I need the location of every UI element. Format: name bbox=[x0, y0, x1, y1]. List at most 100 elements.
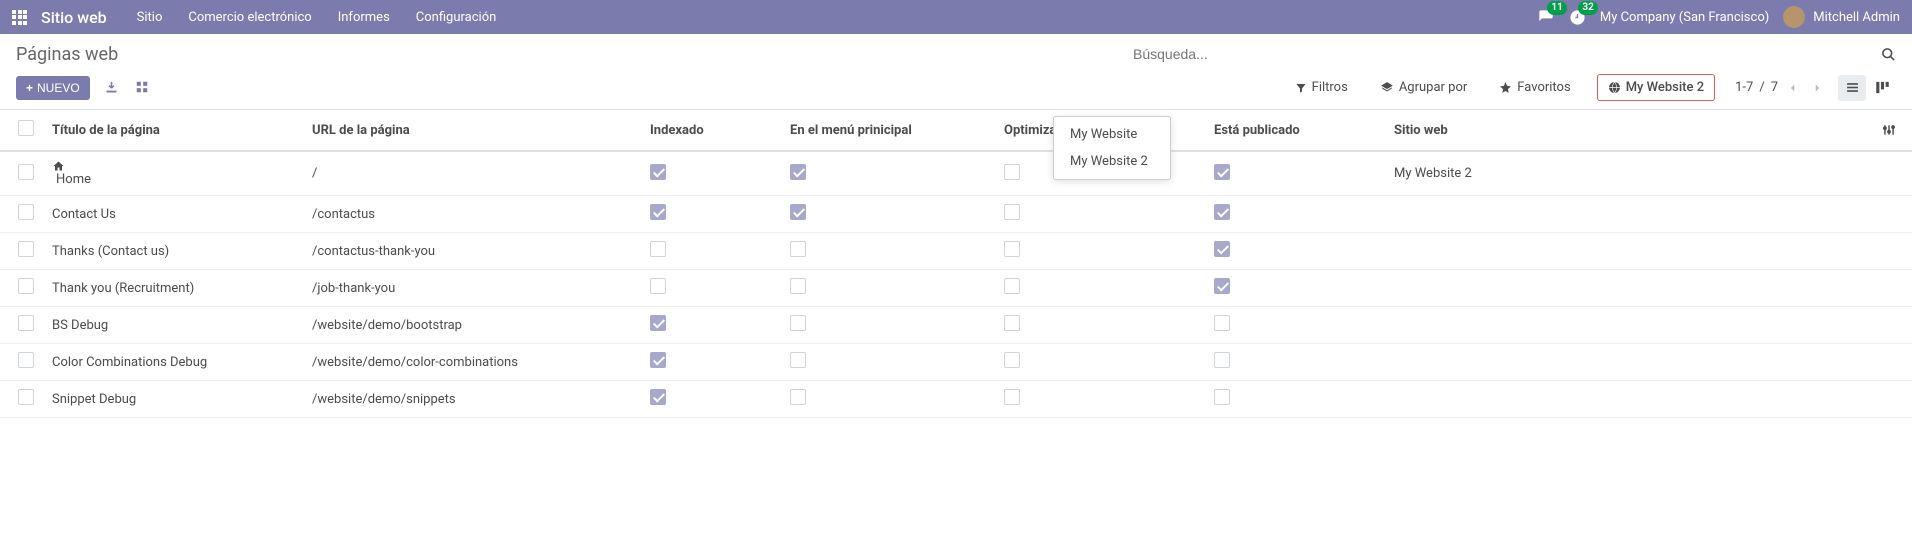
seo-checkbox[interactable] bbox=[1004, 164, 1020, 180]
cell-title: Contact Us bbox=[44, 196, 304, 233]
seo-checkbox[interactable] bbox=[1004, 315, 1020, 331]
row-checkbox[interactable] bbox=[18, 352, 34, 368]
chevron-right-icon bbox=[1812, 82, 1822, 94]
dropdown-item-my-website[interactable]: My Website bbox=[1054, 121, 1170, 148]
inmenu-checkbox[interactable] bbox=[790, 164, 806, 180]
pager-next[interactable] bbox=[1808, 80, 1826, 96]
search-icon[interactable] bbox=[1881, 47, 1896, 62]
indexed-checkbox[interactable] bbox=[650, 352, 666, 368]
apps-icon[interactable] bbox=[12, 10, 27, 25]
table-row[interactable]: Snippet Debug /website/demo/snippets bbox=[0, 381, 1912, 418]
list-view-button[interactable] bbox=[1838, 75, 1866, 101]
seo-checkbox[interactable] bbox=[1004, 352, 1020, 368]
row-checkbox[interactable] bbox=[18, 164, 34, 180]
website-filter-label: My Website 2 bbox=[1626, 80, 1704, 95]
published-checkbox[interactable] bbox=[1214, 164, 1230, 180]
published-checkbox[interactable] bbox=[1214, 204, 1230, 220]
nav-configuration[interactable]: Configuración bbox=[404, 3, 509, 32]
dropdown-item-my-website-2[interactable]: My Website 2 bbox=[1054, 148, 1170, 175]
indexed-checkbox[interactable] bbox=[650, 164, 666, 180]
new-button-label: NUEVO bbox=[37, 81, 80, 95]
cell-url: /job-thank-you bbox=[304, 270, 642, 307]
th-title[interactable]: Título de la página bbox=[44, 110, 304, 151]
brand-title[interactable]: Sitio web bbox=[41, 8, 107, 27]
chevron-left-icon bbox=[1788, 82, 1798, 94]
row-checkbox[interactable] bbox=[18, 278, 34, 294]
groupby-button[interactable]: Agrupar por bbox=[1374, 76, 1473, 99]
indexed-checkbox[interactable] bbox=[650, 315, 666, 331]
star-icon bbox=[1499, 81, 1512, 94]
indexed-checkbox[interactable] bbox=[650, 278, 666, 294]
website-filter-button[interactable]: My Website 2 bbox=[1597, 74, 1715, 101]
published-checkbox[interactable] bbox=[1214, 278, 1230, 294]
cell-url: /website/demo/snippets bbox=[304, 381, 642, 418]
table-row[interactable]: Home / My Website 2 bbox=[0, 151, 1912, 196]
grid-icon[interactable] bbox=[135, 80, 149, 95]
search-input[interactable] bbox=[1133, 42, 1873, 66]
th-inmenu[interactable]: En el menú prinicipal bbox=[782, 110, 996, 151]
indexed-checkbox[interactable] bbox=[650, 389, 666, 405]
nav-ecommerce[interactable]: Comercio electrónico bbox=[176, 3, 323, 32]
columns-options-icon[interactable] bbox=[1882, 123, 1896, 137]
published-checkbox[interactable] bbox=[1214, 389, 1230, 405]
table-row[interactable]: Contact Us /contactus bbox=[0, 196, 1912, 233]
seo-checkbox[interactable] bbox=[1004, 278, 1020, 294]
table-row[interactable]: Thanks (Contact us) /contactus-thank-you bbox=[0, 233, 1912, 270]
seo-checkbox[interactable] bbox=[1004, 241, 1020, 257]
funnel-icon bbox=[1295, 82, 1307, 94]
inmenu-checkbox[interactable] bbox=[790, 315, 806, 331]
cell-site bbox=[1386, 307, 1874, 344]
seo-checkbox[interactable] bbox=[1004, 389, 1020, 405]
inmenu-checkbox[interactable] bbox=[790, 389, 806, 405]
kanban-view-button[interactable] bbox=[1868, 75, 1896, 101]
th-published[interactable]: Está publicado bbox=[1206, 110, 1386, 151]
view-switcher bbox=[1838, 75, 1896, 101]
table-row[interactable]: Color Combinations Debug /website/demo/c… bbox=[0, 344, 1912, 381]
cell-title: Thanks (Contact us) bbox=[44, 233, 304, 270]
inmenu-checkbox[interactable] bbox=[790, 204, 806, 220]
row-checkbox[interactable] bbox=[18, 204, 34, 220]
globe-icon bbox=[1608, 81, 1621, 94]
inmenu-checkbox[interactable] bbox=[790, 352, 806, 368]
pager-total: 7 bbox=[1771, 80, 1778, 95]
published-checkbox[interactable] bbox=[1214, 352, 1230, 368]
indexed-checkbox[interactable] bbox=[650, 241, 666, 257]
row-checkbox[interactable] bbox=[18, 241, 34, 257]
th-site[interactable]: Sitio web bbox=[1386, 110, 1874, 151]
row-checkbox[interactable] bbox=[18, 315, 34, 331]
header-right: 11 32 My Company (San Francisco) Mitchel… bbox=[1537, 6, 1900, 28]
indexed-checkbox[interactable] bbox=[650, 204, 666, 220]
messaging-button[interactable]: 11 bbox=[1537, 9, 1555, 25]
website-dropdown: My Website My Website 2 bbox=[1053, 116, 1171, 180]
nav-site[interactable]: Sitio bbox=[125, 3, 175, 32]
table-row[interactable]: BS Debug /website/demo/bootstrap bbox=[0, 307, 1912, 344]
table-row[interactable]: Thank you (Recruitment) /job-thank-you bbox=[0, 270, 1912, 307]
published-checkbox[interactable] bbox=[1214, 241, 1230, 257]
plus-icon: + bbox=[26, 81, 33, 95]
th-indexed[interactable]: Indexado bbox=[642, 110, 782, 151]
inmenu-checkbox[interactable] bbox=[790, 241, 806, 257]
new-button[interactable]: + NUEVO bbox=[16, 76, 90, 100]
main-navbar: Sitio web Sitio Comercio electrónico Inf… bbox=[0, 0, 1912, 34]
cell-site bbox=[1386, 270, 1874, 307]
pager-prev[interactable] bbox=[1784, 80, 1802, 96]
activities-button[interactable]: 32 bbox=[1569, 9, 1586, 26]
import-icon[interactable] bbox=[104, 80, 119, 95]
favorites-button[interactable]: Favoritos bbox=[1493, 76, 1576, 99]
inmenu-checkbox[interactable] bbox=[790, 278, 806, 294]
user-menu[interactable]: Mitchell Admin bbox=[1783, 6, 1900, 28]
pager-range[interactable]: 1-7 bbox=[1735, 80, 1753, 95]
pager: 1-7 / 7 bbox=[1735, 80, 1826, 96]
company-name[interactable]: My Company (San Francisco) bbox=[1600, 10, 1769, 25]
cell-url: / bbox=[304, 151, 642, 196]
home-icon bbox=[52, 160, 296, 172]
main-menu: Sitio Comercio electrónico Informes Conf… bbox=[125, 3, 509, 32]
filters-button[interactable]: Filtros bbox=[1289, 76, 1354, 99]
seo-checkbox[interactable] bbox=[1004, 204, 1020, 220]
nav-reports[interactable]: Informes bbox=[326, 3, 402, 32]
published-checkbox[interactable] bbox=[1214, 315, 1230, 331]
select-all-checkbox[interactable] bbox=[18, 120, 34, 136]
row-checkbox[interactable] bbox=[18, 389, 34, 405]
groupby-label: Agrupar por bbox=[1399, 80, 1467, 95]
th-url[interactable]: URL de la página bbox=[304, 110, 642, 151]
